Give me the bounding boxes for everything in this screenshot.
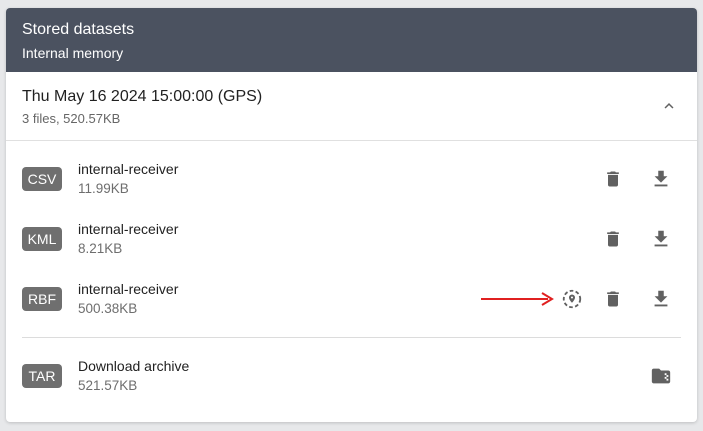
archive-folder-icon bbox=[651, 368, 671, 384]
archive-size: 521.57KB bbox=[78, 378, 138, 393]
file-row-rbf: RBF internal-receiver 500.38KB bbox=[6, 269, 697, 329]
file-size: 500.38KB bbox=[78, 301, 138, 316]
archive-row: TAR Download archive 521.57KB bbox=[6, 346, 697, 406]
delete-icon bbox=[607, 171, 619, 187]
delete-button[interactable] bbox=[599, 285, 627, 313]
delete-button[interactable] bbox=[599, 165, 627, 193]
file-row-csv: CSV internal-receiver 11.99KB bbox=[6, 149, 697, 209]
annotation-arrow bbox=[481, 292, 554, 306]
download-icon bbox=[654, 290, 668, 307]
download-button[interactable] bbox=[647, 165, 675, 193]
archive-name: Download archive bbox=[78, 358, 190, 374]
delete-button[interactable] bbox=[599, 225, 627, 253]
file-row-kml: KML internal-receiver 8.21KB bbox=[6, 209, 697, 269]
file-type-badge: RBF bbox=[22, 287, 62, 311]
download-button[interactable] bbox=[647, 225, 675, 253]
file-size: 8.21KB bbox=[78, 241, 123, 256]
download-icon bbox=[654, 230, 668, 247]
location-button[interactable] bbox=[558, 285, 586, 313]
panel-subtitle: Internal memory bbox=[22, 45, 124, 61]
divider bbox=[22, 337, 681, 338]
file-type-badge: KML bbox=[22, 227, 62, 251]
file-type-badge: TAR bbox=[22, 364, 62, 388]
delete-icon bbox=[607, 291, 619, 307]
download-archive-button[interactable] bbox=[647, 362, 675, 390]
dataset-group-header[interactable]: Thu May 16 2024 15:00:00 (GPS) 3 files, … bbox=[6, 72, 697, 141]
chevron-up-icon[interactable] bbox=[660, 97, 678, 115]
file-name: internal-receiver bbox=[78, 221, 179, 237]
file-size: 11.99KB bbox=[78, 181, 129, 196]
delete-icon bbox=[607, 231, 619, 247]
location-icon bbox=[562, 289, 582, 309]
panel-title: Stored datasets bbox=[22, 21, 135, 38]
stored-datasets-panel: Stored datasets Internal memory Thu May … bbox=[6, 8, 697, 422]
dataset-group-summary: 3 files, 520.57KB bbox=[22, 111, 121, 126]
file-name: internal-receiver bbox=[78, 161, 179, 177]
download-button[interactable] bbox=[647, 285, 675, 313]
panel-header: Stored datasets Internal memory bbox=[6, 8, 697, 72]
file-type-badge: CSV bbox=[22, 167, 62, 191]
file-name: internal-receiver bbox=[78, 281, 179, 297]
dataset-group-title: Thu May 16 2024 15:00:00 (GPS) bbox=[22, 88, 263, 105]
download-icon bbox=[654, 170, 668, 187]
